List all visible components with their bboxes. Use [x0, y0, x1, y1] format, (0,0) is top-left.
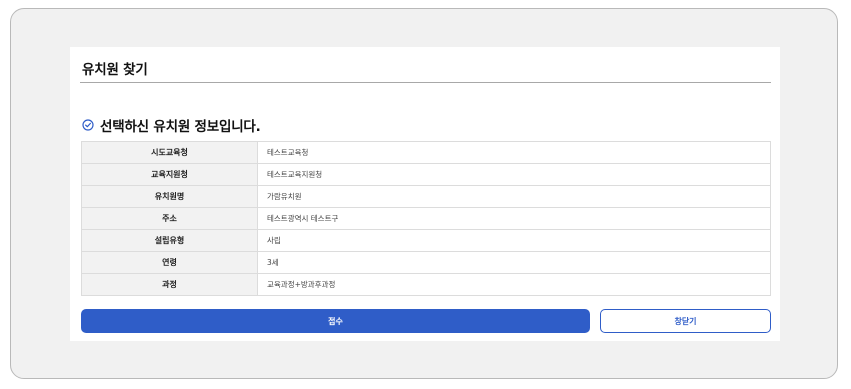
table-row: 시도교육청 테스트교육청	[81, 141, 771, 164]
row-label-establishment-type: 설립유형	[81, 229, 258, 252]
title-divider	[80, 82, 771, 83]
section-heading: 선택하신 유치원 정보입니다.	[82, 115, 261, 135]
table-row: 설립유형 사립	[81, 229, 771, 252]
page-title: 유치원 찾기	[82, 62, 148, 78]
row-value-support-office: 테스트교육지원청	[257, 163, 771, 186]
row-label-education-office: 시도교육청	[81, 141, 258, 164]
row-label-kindergarten-name: 유치원명	[81, 185, 258, 208]
row-label-course: 과정	[81, 273, 258, 296]
table-row: 과정 교육과정+방과후과정	[81, 273, 771, 296]
table-row: 연령 3세	[81, 251, 771, 274]
row-label-address: 주소	[81, 207, 258, 230]
row-value-kindergarten-name: 가람유치원	[257, 185, 771, 208]
row-value-address: 테스트광역시 테스트구	[257, 207, 771, 230]
submit-button[interactable]: 접수	[81, 309, 590, 333]
table-row: 주소 테스트광역시 테스트구	[81, 207, 771, 230]
row-value-education-office: 테스트교육청	[257, 141, 771, 164]
row-value-establishment-type: 사립	[257, 229, 771, 252]
table-row: 교육지원청 테스트교육지원청	[81, 163, 771, 186]
kindergarten-info-table: 시도교육청 테스트교육청 교육지원청 테스트교육지원청 유치원명 가람유치원 주…	[81, 141, 771, 296]
table-row: 유치원명 가람유치원	[81, 185, 771, 208]
check-circle-icon	[82, 119, 94, 131]
kindergarten-search-panel: 유치원 찾기 선택하신 유치원 정보입니다. 시도교육청 테스트교육청 교육지원…	[70, 47, 780, 341]
row-value-age: 3세	[257, 251, 771, 274]
close-window-button[interactable]: 창닫기	[600, 309, 771, 333]
row-label-age: 연령	[81, 251, 258, 274]
section-heading-text: 선택하신 유치원 정보입니다.	[100, 119, 261, 135]
row-label-support-office: 교육지원청	[81, 163, 258, 186]
row-value-course: 교육과정+방과후과정	[257, 273, 771, 296]
